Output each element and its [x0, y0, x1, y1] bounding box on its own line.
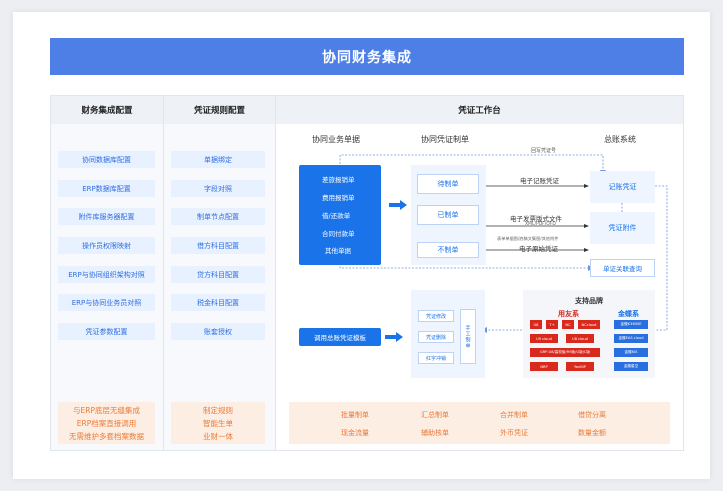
attach-note: 表单单据图/底稿文集图/其他附件 [497, 236, 559, 241]
feature-cashflow: 现金流量 [341, 429, 369, 437]
e-invoice-format: XML/PDF/OFD [525, 222, 556, 227]
doc-contract[interactable]: 合同付款单 [322, 228, 355, 238]
brand-nrp: NRP [530, 362, 558, 371]
feature-currency: 外币凭证 [500, 429, 528, 437]
op-delete[interactable]: 凭证删除 [418, 331, 454, 343]
doc-travel[interactable]: 差旅报销单 [322, 174, 355, 184]
state-pending[interactable]: 待制单 [417, 174, 479, 194]
op-edit[interactable]: 凭证修改 [418, 310, 454, 322]
brand-u8cloud: U8 cloud [566, 334, 594, 343]
feature-summary: 汇总制单 [421, 411, 449, 419]
doc-loan[interactable]: 借/还款单 [322, 210, 350, 220]
brand-k3wise: 金蝶K3WISE [614, 320, 648, 329]
state-skip[interactable]: 不制单 [417, 242, 479, 258]
brand-u8: U8 [530, 320, 542, 329]
gl-voucher[interactable]: 记账凭证 [590, 171, 655, 203]
feature-aux: 辅助核单 [421, 429, 449, 437]
yonyou-title: 用友系 [558, 310, 579, 318]
template-button[interactable]: 调用总账凭证模板 [299, 328, 381, 346]
brand-grp: GRP-U8/高校版/R9版/G版/C版 [530, 348, 600, 357]
original-voucher-label: 电子原始凭证 [519, 245, 558, 253]
feature-batch: 批量制单 [341, 411, 369, 419]
brand-nc: NC [562, 320, 574, 329]
feature-quantity: 数量金额 [578, 429, 606, 437]
feature-split: 借贷分离 [578, 411, 606, 419]
kingdee-title: 金蝶系 [618, 310, 639, 318]
e-voucher-label: 电子记账凭证 [520, 177, 559, 185]
brand-yonbip: YonBIP [566, 362, 594, 371]
brand-u9cloud: U9 cloud [530, 334, 558, 343]
gl-attachment[interactable]: 凭证附件 [590, 212, 655, 244]
feature-merge: 合并制单 [500, 411, 528, 419]
brand-cosmic: 金蝶星空 [614, 362, 648, 371]
backwrite-label: 回写凭证号 [531, 148, 557, 154]
doc-other[interactable]: 其他单据 [325, 245, 351, 255]
brand-eas: 金蝶EAS cloud [614, 334, 648, 343]
brands-title: 支持品牌 [575, 297, 603, 305]
state-done[interactable]: 已制单 [417, 205, 479, 225]
op-reverse[interactable]: 红字冲销 [418, 352, 454, 364]
gl-query-button[interactable]: 单证关联查询 [590, 259, 655, 277]
brand-tplus: T+ [546, 320, 558, 329]
doc-expense[interactable]: 费用报销单 [322, 192, 355, 202]
brand-nccloud: NCcloud [578, 320, 600, 329]
brand-kis: 金蝶KIS [614, 348, 648, 357]
manual-voucher[interactable]: 手工制单 [460, 309, 476, 364]
